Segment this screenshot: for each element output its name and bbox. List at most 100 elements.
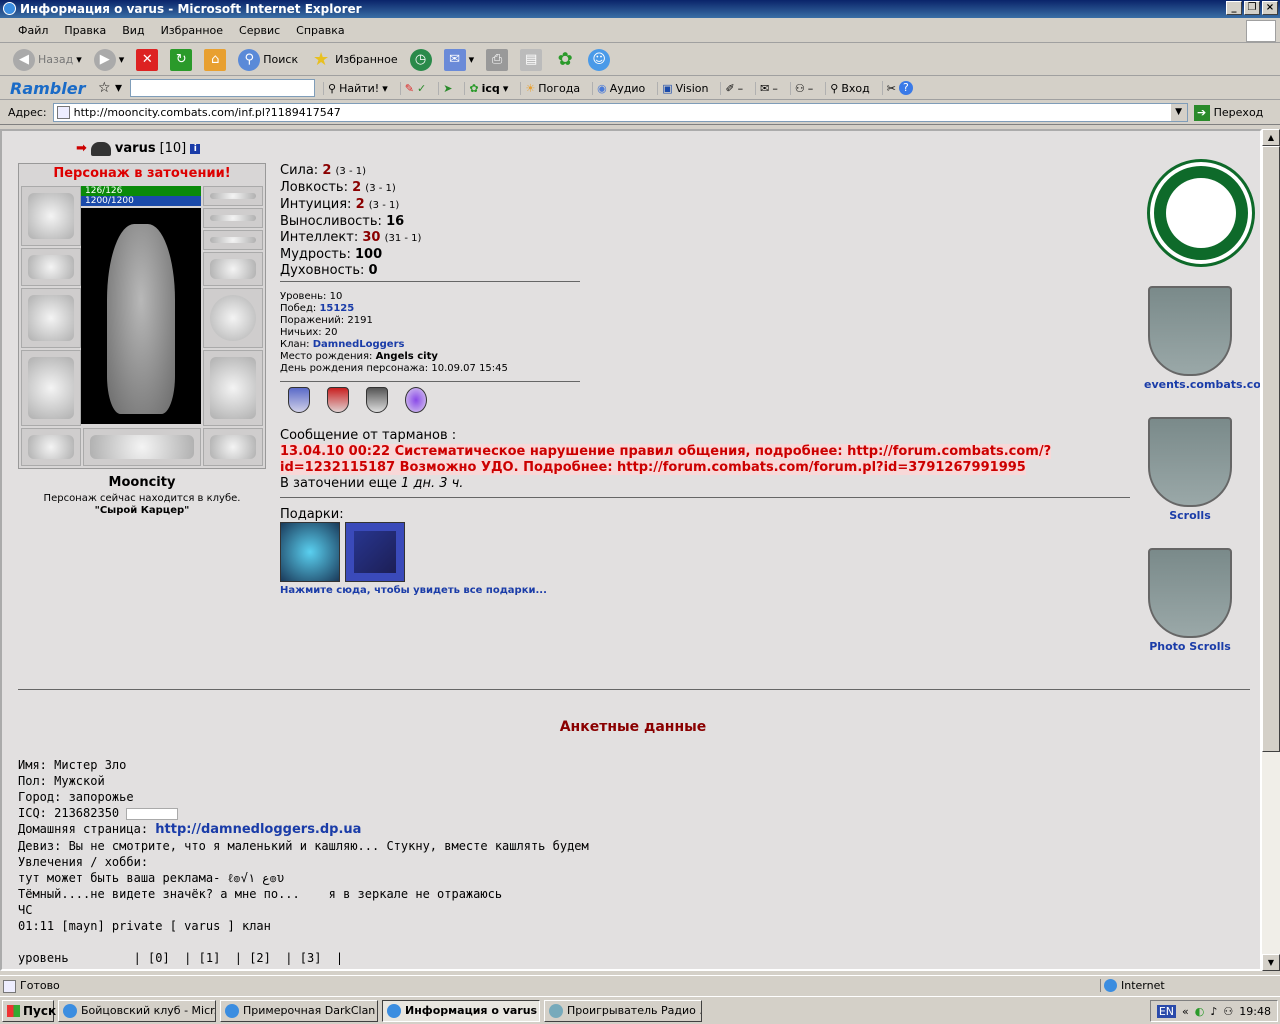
refresh-button[interactable]: ↻	[167, 48, 195, 71]
character-logo[interactable]	[1147, 159, 1255, 267]
vertical-scrollbar[interactable]: ▲ ▼	[1262, 129, 1280, 971]
slot-armor[interactable]	[21, 350, 81, 426]
slot-earrings[interactable]	[203, 186, 263, 206]
start-button[interactable]: Пуск	[2, 999, 56, 1022]
slot-amulet[interactable]	[203, 208, 263, 228]
home-button[interactable]: ⌂	[201, 48, 229, 71]
window-title: Информация о varus - Microsoft Internet …	[20, 2, 362, 16]
rambler-tool3-button[interactable]: ⚇ –	[789, 81, 817, 95]
clan-link[interactable]: DamnedLoggers	[313, 339, 405, 350]
rambler-icq-button[interactable]: ✿ icq ▾	[464, 81, 512, 95]
rambler-vision-button[interactable]: ▣ Vision	[657, 81, 712, 95]
favorites-button[interactable]: ★ Избранное	[307, 49, 400, 71]
location-text: Персонаж сейчас находится в клубе.	[43, 493, 241, 504]
rambler-nav-button[interactable]: ➤	[438, 81, 456, 95]
task-button[interactable]: Бойцовский клуб - Micr...	[58, 999, 216, 1022]
scroll-up-button[interactable]: ▲	[1262, 129, 1280, 146]
stop-button[interactable]: ✕	[133, 48, 161, 71]
task-button-active[interactable]: Информация о varus ...	[382, 999, 540, 1022]
rambler-logo[interactable]: Rambler	[10, 79, 90, 98]
menu-view[interactable]: Вид	[114, 24, 152, 37]
rambler-star-icon[interactable]: ☆ ▾	[98, 80, 122, 96]
gift-image[interactable]	[345, 522, 405, 582]
close-button[interactable]: ×	[1262, 1, 1278, 15]
rambler-settings-button[interactable]: ✂?	[881, 81, 917, 95]
globe-icon	[1104, 979, 1117, 992]
rambler-find-button[interactable]: ⚲ Найти! ▾	[323, 81, 392, 95]
scroll-thumb[interactable]	[1262, 146, 1280, 752]
task-button[interactable]: Проигрыватель Радио ...	[544, 999, 702, 1022]
mail-button[interactable]: ✉ ▾	[441, 48, 478, 71]
arrow-right-icon[interactable]: ➡	[76, 141, 87, 156]
address-input[interactable]: http://mooncity.combats.com/inf.pl?11894…	[52, 103, 1188, 122]
badge-icon[interactable]	[288, 387, 310, 413]
search-button[interactable]: ⚲ Поиск	[235, 48, 301, 71]
history-button[interactable]: ◷	[407, 48, 435, 71]
slot-gloves[interactable]	[203, 252, 263, 286]
volume-icon[interactable]: ♪	[1210, 1005, 1217, 1018]
go-button[interactable]: ➔ Переход	[1193, 104, 1263, 121]
homepage-link[interactable]: http://damnedloggers.dp.ua	[155, 822, 361, 837]
taskbar: Пуск Бойцовский клуб - Micr... Примерочн…	[0, 996, 1280, 1024]
events-banner[interactable]: events.combats.com	[1144, 286, 1260, 391]
rambler-weather-button[interactable]: ☀ Погода	[520, 81, 584, 95]
clock[interactable]: 19:48	[1239, 1005, 1271, 1018]
back-arrow-icon: ◀	[13, 48, 35, 71]
menu-edit[interactable]: Правка	[56, 24, 114, 37]
menu-file[interactable]: Файл	[10, 24, 56, 37]
info-icon[interactable]: i	[190, 143, 201, 154]
print-icon: ⎙	[486, 48, 509, 71]
slot-rings[interactable]	[203, 230, 263, 250]
slot-belt[interactable]	[21, 428, 81, 466]
slot-boots[interactable]	[203, 428, 263, 466]
print-button[interactable]: ⎙	[483, 48, 511, 71]
slot-shield[interactable]	[203, 288, 263, 348]
menu-tools[interactable]: Сервис	[231, 24, 288, 37]
forward-button[interactable]: ▶ ▾	[91, 48, 128, 71]
scroll-down-button[interactable]: ▼	[1262, 954, 1280, 971]
stats-list: Сила: 2 (3 - 1) Ловкость: 2 (3 - 1) Инту…	[280, 163, 421, 279]
message-text: 13.04.10 00:22 Систематическое нарушение…	[280, 444, 1052, 475]
toolbar: ◀ Назад ▾ ▶ ▾ ✕ ↻ ⌂ ⚲ Поиск ★ Избранное ◷ ✉…	[0, 44, 1280, 76]
stat-row: Мудрость: 100	[280, 247, 383, 262]
slot-weapon[interactable]	[21, 288, 81, 348]
rambler-audio-button[interactable]: ◉ Аудио	[592, 81, 649, 95]
rambler-login-button[interactable]: ⚲ Вход	[825, 81, 873, 95]
icq-button[interactable]: ✿	[551, 49, 579, 71]
slot-bracers[interactable]	[21, 248, 81, 286]
menu-help[interactable]: Справка	[288, 24, 352, 37]
rambler-tool2-button[interactable]: ✉ –	[755, 81, 782, 95]
maximize-button[interactable]: ❐	[1244, 1, 1260, 15]
sun-icon: ☀	[525, 81, 536, 95]
all-gifts-link[interactable]: Нажмите сюда, чтобы увидеть все подарки.…	[280, 585, 547, 596]
badge-icon[interactable]	[327, 387, 349, 413]
rambler-highlight-button[interactable]: ✎ ✓	[399, 81, 430, 95]
details-list: Уровень: 10 Побед: 15125 Поражений: 2191…	[280, 291, 508, 374]
tray-expand-icon[interactable]: «	[1182, 1005, 1189, 1018]
slot-pants[interactable]	[203, 350, 263, 426]
headphones-icon[interactable]: ◐	[1195, 1005, 1205, 1018]
scrolls-banner[interactable]: Scrolls	[1144, 417, 1236, 522]
badge-icon[interactable]	[405, 387, 427, 413]
menu-favorites[interactable]: Избранное	[153, 24, 231, 37]
minimize-button[interactable]: _	[1226, 1, 1242, 15]
badge-icon[interactable]	[366, 387, 388, 413]
rambler-search-input[interactable]	[130, 79, 316, 97]
address-dropdown-icon[interactable]: ▼	[1170, 104, 1187, 121]
network-icon[interactable]: ⚇	[1223, 1005, 1233, 1018]
clan-emblem	[83, 428, 201, 466]
edit-button[interactable]: ▤	[517, 48, 545, 71]
task-button[interactable]: Примерочная DarkClan -...	[220, 999, 378, 1022]
wins-link[interactable]: 15125	[319, 303, 354, 314]
slot-helmet[interactable]	[21, 186, 81, 246]
photo-scrolls-banner[interactable]: Photo Scrolls	[1144, 548, 1236, 653]
rambler-tool1-button[interactable]: ✐ –	[720, 81, 747, 95]
user-icon: ⚲	[830, 81, 839, 95]
messenger-button[interactable]: ☺	[585, 48, 613, 71]
language-indicator[interactable]: EN	[1156, 1004, 1177, 1018]
back-button[interactable]: ◀ Назад ▾	[10, 48, 85, 71]
gift-image[interactable]	[280, 522, 340, 582]
character-portrait: Персонаж в заточении! 126/126 1200/1200	[18, 163, 266, 469]
window-titlebar[interactable]: Информация о varus - Microsoft Internet …	[0, 0, 1280, 18]
address-bar: Адрес: http://mooncity.combats.com/inf.p…	[0, 101, 1280, 125]
